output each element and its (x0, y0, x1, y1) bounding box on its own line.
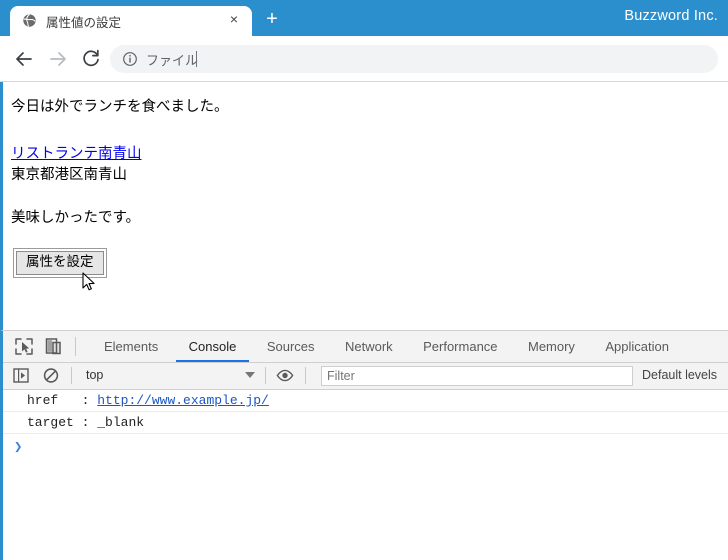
restaurant-link[interactable]: リストランテ南青山 (11, 142, 142, 163)
devtools-panel: Elements Console Sources Network Perform… (0, 330, 728, 560)
tab-elements[interactable]: Elements (91, 331, 171, 362)
browser-toolbar: ファイル (0, 36, 728, 82)
back-arrow-icon[interactable] (12, 47, 36, 71)
filter-divider-3 (305, 367, 306, 384)
devtools-tabs: Elements Console Sources Network Perform… (91, 331, 682, 362)
toolbar-divider (75, 337, 76, 356)
tab-performance[interactable]: Performance (410, 331, 510, 362)
filter-divider-2 (265, 367, 266, 384)
address-bar-caret (196, 51, 197, 67)
tab-title: 属性値の設定 (46, 16, 122, 30)
console-prompt-caret-icon: ❯ (14, 440, 23, 456)
window-brand-label: Buzzword Inc. (624, 8, 718, 24)
close-icon[interactable]: × (226, 11, 242, 27)
log-levels-dropdown[interactable]: Default levels (642, 368, 717, 382)
devtools-tab-bar: Elements Console Sources Network Perform… (3, 331, 728, 363)
console-row-link[interactable]: http://www.example.jp/ (97, 393, 269, 408)
reload-icon[interactable] (79, 47, 103, 71)
console-row-content: target : _blank (27, 415, 144, 430)
console-row-key: href : (27, 393, 90, 408)
live-expression-eye-icon[interactable] (275, 366, 295, 385)
page-paragraph-1: 今日は外でランチを食べました。 (11, 99, 229, 115)
address-bar[interactable]: ファイル (110, 45, 718, 73)
console-row: target : _blank (3, 412, 728, 434)
new-tab-button[interactable]: + (262, 9, 282, 30)
console-row-value: _blank (97, 415, 145, 430)
console-sidebar-icon[interactable] (11, 366, 31, 385)
console-output: href : http://www.example.jp/ target : _… (3, 390, 728, 458)
info-circle-icon[interactable] (122, 51, 138, 67)
execution-context-label[interactable]: top (86, 368, 103, 382)
inspect-element-icon[interactable] (13, 336, 35, 357)
console-filter-input[interactable] (321, 366, 633, 386)
page-address-text: 東京都港区南青山 (11, 167, 127, 183)
page-paragraph-2: 美味しかったです。 (11, 210, 141, 226)
console-prompt-row[interactable]: ❯ (3, 434, 728, 458)
tab-sources[interactable]: Sources (254, 331, 328, 362)
tab-console[interactable]: Console (175, 331, 250, 362)
set-attribute-button-focus-ring: 属性を設定 (13, 248, 107, 278)
console-row-key: target : (27, 415, 90, 430)
browser-window: 属性値の設定 × + Buzzword Inc. ファイル 今日は外でランチを食… (0, 0, 728, 560)
browser-title-bar: 属性値の設定 × + Buzzword Inc. (0, 0, 728, 36)
chevron-down-icon[interactable] (245, 372, 255, 378)
console-row: href : http://www.example.jp/ (3, 390, 728, 412)
tab-memory[interactable]: Memory (515, 331, 588, 362)
set-attribute-button[interactable]: 属性を設定 (16, 251, 104, 275)
tab-network[interactable]: Network (332, 331, 406, 362)
console-row-content: href : http://www.example.jp/ (27, 393, 269, 408)
browser-tab[interactable]: 属性値の設定 × (10, 6, 252, 36)
console-filter-bar: top Default levels (3, 363, 728, 390)
page-viewport: 今日は外でランチを食べました。 リストランテ南青山 東京都港区南青山 美味しかっ… (0, 82, 728, 330)
address-bar-value: ファイル (146, 53, 199, 68)
forward-arrow-icon (46, 47, 70, 71)
filter-divider-1 (71, 367, 72, 384)
tab-application[interactable]: Application (592, 331, 682, 362)
device-toolbar-icon[interactable] (43, 336, 65, 357)
clear-console-icon[interactable] (41, 366, 61, 385)
globe-icon (22, 13, 37, 28)
